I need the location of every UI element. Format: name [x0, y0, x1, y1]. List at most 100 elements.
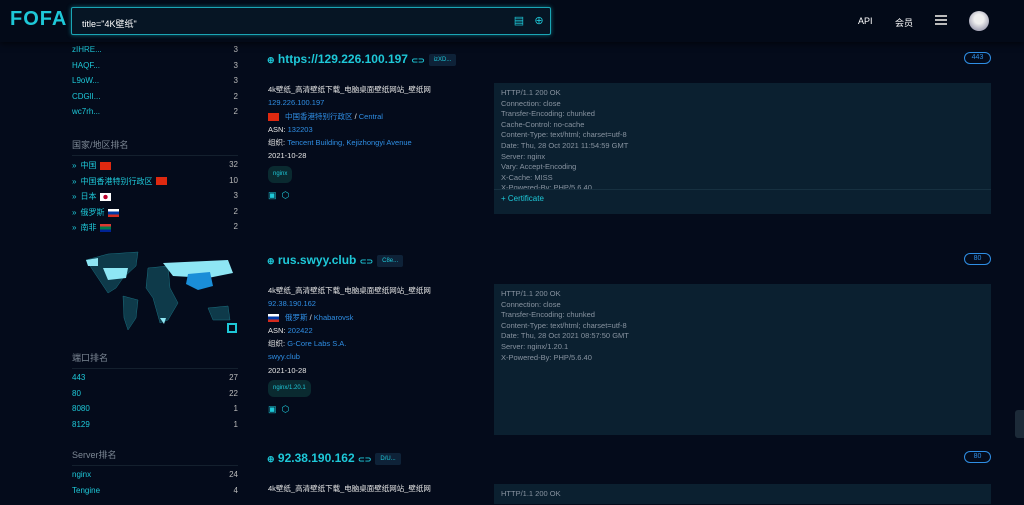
menu-icon[interactable] — [935, 15, 947, 25]
country-item[interactable]: » 俄罗斯 2 — [72, 207, 238, 223]
date: 2021-10-28 — [268, 365, 307, 375]
country-label[interactable]: 中国 — [80, 161, 96, 170]
nav-api[interactable]: API — [858, 16, 873, 26]
item-count: 2 — [233, 206, 238, 216]
port-item[interactable]: 8129 1 — [72, 420, 238, 436]
cube-icon[interactable]: ⬡ — [282, 190, 290, 200]
side-scroll-tab[interactable] — [1015, 410, 1024, 438]
port-item[interactable]: 8080 1 — [72, 404, 238, 420]
city-link[interactable]: Khabarovsk — [314, 313, 354, 322]
host-link[interactable]: 92.38.190.162 — [278, 451, 355, 465]
country-label[interactable]: 中国香港特别行政区 — [80, 177, 152, 186]
ip-link[interactable]: 92.38.190.162 — [268, 297, 478, 310]
item-label[interactable]: 80 — [72, 389, 81, 398]
server-tag[interactable]: nginx/1.20.1 — [268, 380, 311, 398]
flag-jp-icon — [100, 193, 112, 202]
asn-label: ASN: — [268, 124, 286, 134]
chevron-icon: » — [72, 176, 77, 186]
item-count: 32 — [229, 160, 238, 169]
item-count: 3 — [233, 60, 238, 70]
link-icon[interactable]: ⊂⊃ — [358, 455, 371, 464]
item-label[interactable]: zIHRE... — [72, 45, 102, 54]
country-title: 国家/地区排名 — [72, 138, 238, 156]
item-count: 10 — [229, 175, 238, 185]
port-item[interactable]: 80 22 — [72, 389, 238, 405]
server-item[interactable]: nginx 24 — [72, 470, 238, 486]
server-tag[interactable]: nginx — [268, 165, 293, 184]
item-label[interactable]: Tengine — [72, 486, 100, 495]
asn-link[interactable]: 202422 — [288, 326, 313, 335]
cube-icon[interactable]: ⬡ — [282, 404, 290, 414]
port-title: 端口排名 — [72, 351, 238, 369]
flag-ru-icon — [108, 208, 120, 217]
country-item[interactable]: » 中国香港特别行政区 10 — [72, 176, 238, 192]
country-item[interactable]: » 南非 2 — [72, 222, 238, 238]
item-label[interactable]: 443 — [72, 373, 85, 382]
flag-za-icon — [100, 224, 112, 233]
file-export-icon[interactable]: ▤ — [513, 15, 525, 27]
host-link[interactable]: rus.swyy.club — [278, 253, 356, 267]
code-icon[interactable]: ▣ — [268, 190, 277, 200]
item-label[interactable]: 8080 — [72, 404, 90, 413]
country-label[interactable]: 日本 — [80, 192, 96, 201]
org-label: 组织: — [268, 138, 286, 148]
nav-member[interactable]: 会员 — [895, 16, 913, 29]
list-item[interactable]: HAQF... 3 — [72, 61, 238, 77]
item-label[interactable]: HAQF... — [72, 61, 100, 70]
fofa-logo[interactable]: FOFA — [10, 8, 67, 31]
search-query[interactable]: title="4K壁纸" — [82, 17, 137, 30]
item-label[interactable]: nginx — [72, 470, 91, 479]
item-label[interactable]: L9oW... — [72, 76, 99, 85]
code-icon[interactable]: ▣ — [268, 404, 277, 414]
cert-label[interactable]: Certificate — [508, 194, 544, 203]
port-badge[interactable]: 80 — [964, 451, 991, 463]
country-link[interactable]: 中国香港特别行政区 — [285, 112, 353, 121]
asn-label: ASN: — [268, 325, 286, 335]
port-badge[interactable]: 80 — [964, 253, 991, 265]
cert-tag[interactable]: C8e... — [377, 254, 404, 267]
list-item[interactable]: wc7rh... 2 — [72, 107, 238, 123]
org-link[interactable]: G-Core Labs S.A. — [287, 339, 346, 348]
list-item[interactable]: CDGlI... 2 — [72, 92, 238, 108]
world-map[interactable] — [78, 248, 243, 338]
flag-hk-icon — [268, 112, 279, 121]
host-link[interactable]: https://129.226.100.197 — [278, 52, 408, 66]
search-icon[interactable]: ⊕ — [533, 15, 545, 27]
item-label[interactable]: 8129 — [72, 420, 90, 429]
list-item[interactable]: L9oW... 3 — [72, 76, 238, 92]
fullscreen-icon[interactable] — [227, 323, 237, 333]
item-label[interactable]: CDGlI... — [72, 92, 100, 101]
cert-tag[interactable]: D/U... — [375, 452, 401, 465]
item-label[interactable]: wc7rh... — [72, 107, 100, 116]
server-item[interactable]: Tengine 4 — [72, 486, 238, 502]
country-item[interactable]: » 中国 32 — [72, 160, 238, 176]
item-count: 3 — [233, 76, 238, 86]
certificate-toggle[interactable]: + Certificate — [494, 189, 991, 207]
chevron-icon: » — [72, 161, 77, 170]
port-item[interactable]: 443 27 — [72, 373, 238, 389]
country-label[interactable]: 俄罗斯 — [80, 208, 104, 217]
country-link[interactable]: 俄罗斯 — [285, 313, 308, 322]
result-host[interactable]: ⊕ https://129.226.100.197 ⊂⊃ izXD... — [267, 52, 457, 66]
search-input[interactable]: title="4K壁纸" ▤ ⊕ — [71, 7, 551, 35]
port-badge[interactable]: 443 — [964, 52, 991, 64]
globe-search-icon: ⊕ — [267, 256, 275, 266]
result-info: 4k壁纸_高清壁纸下载_电脑桌面壁纸网站_壁纸网 92.38.190.162 俄… — [268, 284, 478, 417]
ip-link[interactable]: 129.226.100.197 — [268, 96, 478, 109]
link-icon[interactable]: ⊂⊃ — [411, 56, 424, 65]
response-header-box: HTTP/1.1 200 OK — [494, 484, 991, 504]
city-link[interactable]: Central — [359, 112, 383, 121]
domain-link[interactable]: swyy.club — [268, 350, 478, 363]
item-count: 3 — [233, 45, 238, 54]
list-item[interactable]: zIHRE... 3 — [72, 45, 238, 61]
result-host[interactable]: ⊕ rus.swyy.club ⊂⊃ C8e... — [267, 253, 404, 267]
country-label[interactable]: 南非 — [80, 223, 96, 232]
org-link[interactable]: Tencent Building, Kejizhongyi Avenue — [287, 138, 412, 147]
country-item[interactable]: » 日本 3 — [72, 191, 238, 207]
globe-search-icon: ⊕ — [267, 55, 275, 65]
asn-link[interactable]: 132203 — [288, 125, 313, 134]
link-icon[interactable]: ⊂⊃ — [360, 257, 373, 266]
result-host[interactable]: ⊕ 92.38.190.162 ⊂⊃ D/U... — [267, 451, 401, 465]
cert-tag[interactable]: izXD... — [428, 53, 457, 66]
avatar[interactable] — [969, 11, 989, 31]
